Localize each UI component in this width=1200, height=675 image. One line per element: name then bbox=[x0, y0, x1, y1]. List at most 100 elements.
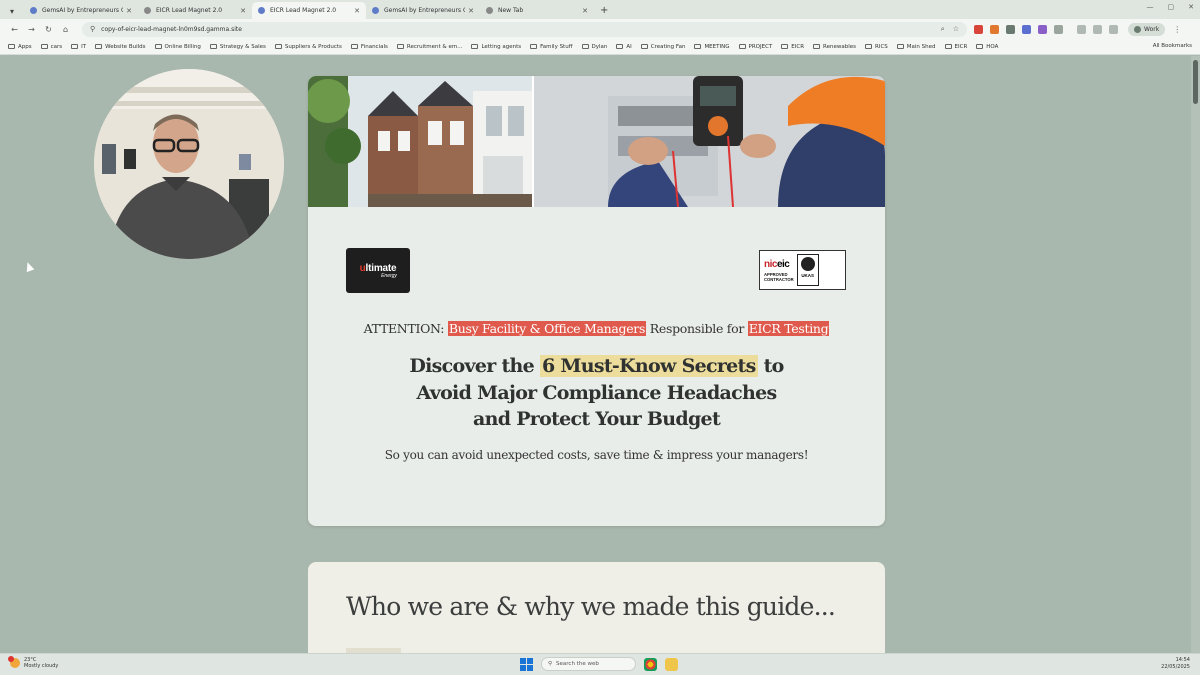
bookmark-item[interactable]: Letting agents bbox=[471, 44, 521, 50]
new-tab-plus-icon[interactable]: + bbox=[600, 2, 608, 19]
tab-groups-icon[interactable] bbox=[1077, 24, 1086, 34]
bookmark-label: Financials bbox=[360, 43, 388, 50]
bookmark-item[interactable]: Family Stuff bbox=[530, 43, 573, 50]
extension-grey-icon[interactable] bbox=[1006, 24, 1015, 34]
close-icon[interactable]: ✕ bbox=[582, 7, 588, 15]
extension-purple-icon[interactable] bbox=[1038, 24, 1047, 34]
bookmark-label: Main Shed bbox=[906, 43, 936, 50]
reload-icon[interactable]: ↻ bbox=[40, 25, 57, 34]
bookmark-label: Website Builds bbox=[105, 43, 146, 50]
section-title: Who we are & why we made this guide... bbox=[346, 592, 836, 621]
all-bookmarks-button[interactable]: All Bookmarks bbox=[1153, 43, 1192, 49]
folder-icon bbox=[71, 44, 79, 49]
bookmark-item[interactable]: Strategy & Sales bbox=[209, 44, 266, 50]
bookmark-label: PROJECT bbox=[748, 43, 773, 50]
close-window-icon[interactable]: ✕ bbox=[1188, 3, 1194, 11]
ukas-badge: UKAS bbox=[796, 254, 819, 286]
bookmark-item[interactable]: AI bbox=[616, 44, 632, 50]
profile-button[interactable]: Work bbox=[1128, 22, 1166, 36]
zoom-icon[interactable]: ⌕ bbox=[941, 25, 945, 34]
bookmark-item[interactable]: Recruitment & em... bbox=[396, 44, 462, 50]
extension-orange-icon[interactable] bbox=[990, 24, 999, 34]
bookmark-item[interactable]: cars bbox=[40, 43, 63, 50]
attention-middle: Responsible for bbox=[649, 321, 745, 336]
folder-icon bbox=[396, 44, 404, 49]
bookmark-item[interactable]: Apps bbox=[8, 44, 32, 50]
tab-title: GemsAI by Entrepreneurs Circle bbox=[42, 7, 124, 14]
bookmark-item[interactable]: MEETING bbox=[694, 44, 730, 50]
niceic-contractor-text: CONTRACTOR bbox=[764, 276, 794, 282]
scrollbar-thumb[interactable] bbox=[1193, 60, 1198, 104]
extension-red-icon[interactable] bbox=[974, 24, 983, 34]
bookmark-item[interactable]: Dylan bbox=[581, 44, 607, 50]
back-arrow-icon[interactable]: ← bbox=[6, 25, 23, 34]
start-windows-icon[interactable] bbox=[520, 657, 533, 671]
maximize-icon[interactable]: ▢ bbox=[1168, 3, 1175, 11]
weather-widget[interactable]: 23°C Mostly cloudy bbox=[8, 656, 58, 669]
bookmark-label: RICS bbox=[875, 43, 888, 50]
bookmark-label: Suppliers & Products bbox=[284, 43, 342, 50]
bookmark-item[interactable]: EICR bbox=[944, 43, 968, 50]
bookmark-item[interactable]: Creating Fan bbox=[640, 43, 686, 50]
tab-eicr-lead-magnet-active[interactable]: EICR Lead Magnet 2.0 ✕ bbox=[252, 2, 366, 19]
bookmark-label: EICR bbox=[954, 43, 968, 50]
bookmark-item[interactable]: Main Shed bbox=[896, 43, 936, 50]
close-icon[interactable]: ✕ bbox=[354, 7, 360, 15]
extension-blue-icon[interactable] bbox=[1022, 24, 1031, 34]
bookmark-item[interactable]: IT bbox=[71, 44, 86, 50]
ukas-label: UKAS bbox=[801, 273, 815, 278]
gem-favicon-icon bbox=[258, 7, 265, 14]
tab-search-icon[interactable]: ▾ bbox=[4, 3, 20, 19]
taskbar-search[interactable]: ⚲ Search the web bbox=[541, 657, 636, 671]
bookmark-item[interactable]: Financials bbox=[350, 43, 388, 50]
bookmark-item[interactable]: RICS bbox=[865, 44, 888, 50]
home-icon[interactable]: ⌂ bbox=[57, 25, 74, 34]
file-explorer-icon[interactable] bbox=[665, 657, 678, 671]
bookmark-label: IT bbox=[81, 43, 87, 50]
history-icon[interactable] bbox=[1093, 24, 1102, 34]
folder-icon bbox=[896, 44, 904, 49]
folder-icon bbox=[274, 44, 282, 49]
bookmark-label: Creating Fan bbox=[650, 43, 686, 50]
headline-highlight: 6 Must-Know Secrets bbox=[539, 355, 758, 377]
bookmark-item[interactable]: HOA bbox=[976, 44, 998, 50]
tab-gemsai-2[interactable]: GemsAI by Entrepreneurs Circle ✕ bbox=[366, 2, 480, 19]
attention-prefix: ATTENTION: bbox=[363, 321, 445, 336]
chrome-taskbar-icon[interactable] bbox=[644, 657, 657, 671]
bookmark-item[interactable]: EICR bbox=[781, 44, 804, 50]
weather-icon bbox=[8, 656, 20, 668]
site-info-icon[interactable]: ⚲ bbox=[90, 25, 95, 33]
close-icon[interactable]: ✕ bbox=[126, 7, 132, 15]
url-input[interactable]: ⚲ copy-of-eicr-lead-magnet-ln0m9sd.gamma… bbox=[82, 21, 967, 37]
menu-kebab-icon[interactable]: ⋮ bbox=[1173, 25, 1181, 34]
bookmark-star-icon[interactable]: ☆ bbox=[953, 25, 959, 33]
password-key-icon[interactable] bbox=[1109, 24, 1118, 34]
tab-gemsai-1[interactable]: GemsAI by Entrepreneurs Circle ✕ bbox=[24, 2, 138, 19]
extensions-puzzle-icon[interactable] bbox=[1054, 24, 1063, 34]
bookmark-item[interactable]: PROJECT bbox=[738, 43, 773, 50]
avatar bbox=[1134, 25, 1141, 33]
folder-icon bbox=[209, 44, 217, 49]
tab-eicr-lead-magnet-1[interactable]: EICR Lead Magnet 2.0 ✕ bbox=[138, 2, 252, 19]
forward-arrow-icon[interactable]: → bbox=[23, 25, 40, 34]
folder-icon bbox=[640, 44, 648, 49]
tab-title: New Tab bbox=[498, 7, 524, 14]
bookmark-label: EICR bbox=[791, 43, 805, 50]
folder-icon bbox=[976, 44, 984, 49]
system-clock[interactable]: 14:54 22/05/2025 bbox=[1161, 657, 1190, 671]
bookmark-item[interactable]: Online Billing bbox=[154, 44, 201, 50]
bookmark-item[interactable]: Website Builds bbox=[95, 43, 146, 50]
bookmark-label: cars bbox=[50, 43, 63, 50]
hero-card: ultimate Energy niceic APPROVED CONTRACTO… bbox=[308, 76, 885, 526]
profile-label: Work bbox=[1144, 25, 1160, 33]
bookmark-item[interactable]: Renewables bbox=[813, 44, 856, 50]
tab-new-tab[interactable]: New Tab ✕ bbox=[480, 2, 594, 19]
close-icon[interactable]: ✕ bbox=[240, 7, 246, 15]
bookmark-label: Family Stuff bbox=[540, 43, 573, 50]
minimize-icon[interactable]: — bbox=[1147, 3, 1154, 11]
page-scrollbar[interactable] bbox=[1191, 56, 1200, 653]
address-toolbar: ← → ↻ ⌂ ⚲ copy-of-eicr-lead-magnet-ln0m9… bbox=[0, 19, 1200, 39]
close-icon[interactable]: ✕ bbox=[468, 7, 474, 15]
bookmark-item[interactable]: Suppliers & Products bbox=[274, 43, 342, 50]
headline-post: to bbox=[763, 355, 785, 377]
